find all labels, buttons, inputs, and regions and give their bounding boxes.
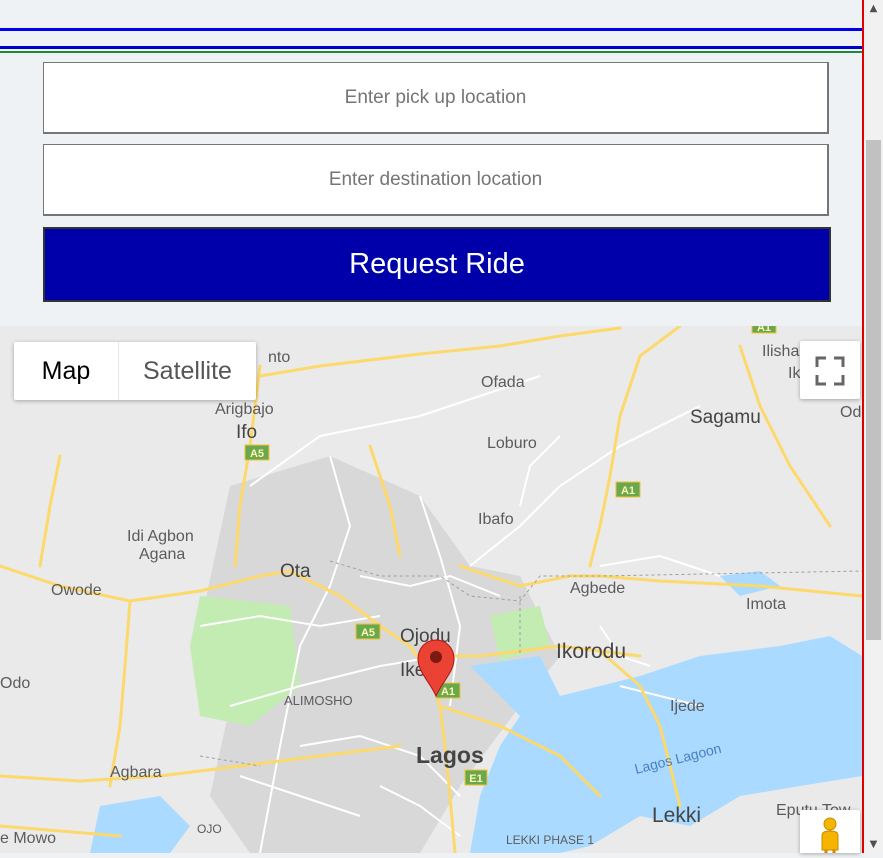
header-divider bbox=[0, 0, 862, 60]
svg-text:A1: A1 bbox=[621, 485, 635, 497]
map-label-ibafo: Ibafo bbox=[478, 511, 514, 528]
road-shield-a5-ifo: A5 bbox=[244, 444, 270, 461]
svg-text:E1: E1 bbox=[469, 773, 482, 785]
scrollbar-thumb[interactable] bbox=[866, 140, 881, 640]
map-label-mowo: e Mowo bbox=[0, 830, 56, 847]
map-label-sagamu: Sagamu bbox=[690, 407, 761, 428]
water-west bbox=[90, 796, 190, 853]
map-label-lekki: Lekki bbox=[652, 804, 701, 827]
road-shield-a1-top: A1 bbox=[751, 326, 777, 334]
map-label-imota: Imota bbox=[746, 596, 786, 613]
map-label-ilisha: Ilisha bbox=[762, 343, 799, 360]
map-label-alimosho: ALIMOSHO bbox=[284, 693, 353, 708]
map-canvas: nto Ilisha Ik Od Ofada Sagamu Arigbajo I… bbox=[0, 326, 862, 853]
svg-text:A5: A5 bbox=[361, 627, 375, 639]
map-label-idi-agbon: Idi Agbon bbox=[127, 528, 194, 545]
map-label-ifo: Ifo bbox=[236, 422, 257, 443]
map-label-oronto: nto bbox=[268, 349, 290, 366]
destination-location-input[interactable] bbox=[43, 144, 829, 216]
map-label-agbede: Agbede bbox=[570, 580, 625, 597]
map-label-ojo: OJO bbox=[197, 822, 222, 836]
map-type-control: Map Satellite bbox=[14, 342, 256, 400]
header-line-blue bbox=[0, 28, 862, 31]
map-label-ijede: Ijede bbox=[670, 698, 705, 715]
street-view-button[interactable] bbox=[800, 810, 860, 856]
request-ride-button[interactable]: Request Ride bbox=[43, 227, 831, 302]
map-type-satellite-button[interactable]: Satellite bbox=[119, 342, 256, 400]
scroll-down-icon[interactable]: ▼ bbox=[864, 836, 883, 853]
svg-text:A1: A1 bbox=[757, 326, 771, 334]
svg-text:A5: A5 bbox=[250, 448, 264, 460]
map-label-lagos: Lagos bbox=[416, 742, 484, 768]
map-label-odo: Odo bbox=[0, 675, 30, 692]
map-label-loburo: Loburo bbox=[487, 435, 537, 452]
header-line-green bbox=[0, 51, 862, 53]
scroll-up-icon[interactable]: ▲ bbox=[864, 0, 883, 17]
map-label-ofada: Ofada bbox=[481, 374, 525, 391]
pegman-icon bbox=[821, 817, 839, 856]
road-shield-a5-ota: A5 bbox=[355, 623, 381, 640]
map-label-ota: Ota bbox=[280, 561, 311, 582]
svg-text:A1: A1 bbox=[441, 686, 455, 698]
map-label-agana: Agana bbox=[139, 546, 185, 563]
map-label-agbara: Agbara bbox=[110, 764, 162, 781]
map-type-map-button[interactable]: Map bbox=[14, 342, 119, 400]
pickup-location-input[interactable] bbox=[43, 62, 829, 134]
header-line-blue-2 bbox=[0, 46, 862, 49]
map-view[interactable]: nto Ilisha Ik Od Ofada Sagamu Arigbajo I… bbox=[0, 326, 862, 853]
road-shield-a1-north: A1 bbox=[615, 481, 641, 498]
fullscreen-button[interactable] bbox=[800, 341, 860, 399]
map-label-od: Od bbox=[840, 404, 861, 421]
fullscreen-icon bbox=[815, 356, 845, 386]
map-label-arigbajo: Arigbajo bbox=[215, 401, 274, 418]
road-shield-e1: E1 bbox=[464, 769, 488, 786]
map-label-ikorodu: Ikorodu bbox=[556, 640, 626, 663]
map-label-lekki-phase: LEKKI PHASE 1 bbox=[506, 833, 594, 847]
map-label-owode: Owode bbox=[51, 582, 102, 599]
